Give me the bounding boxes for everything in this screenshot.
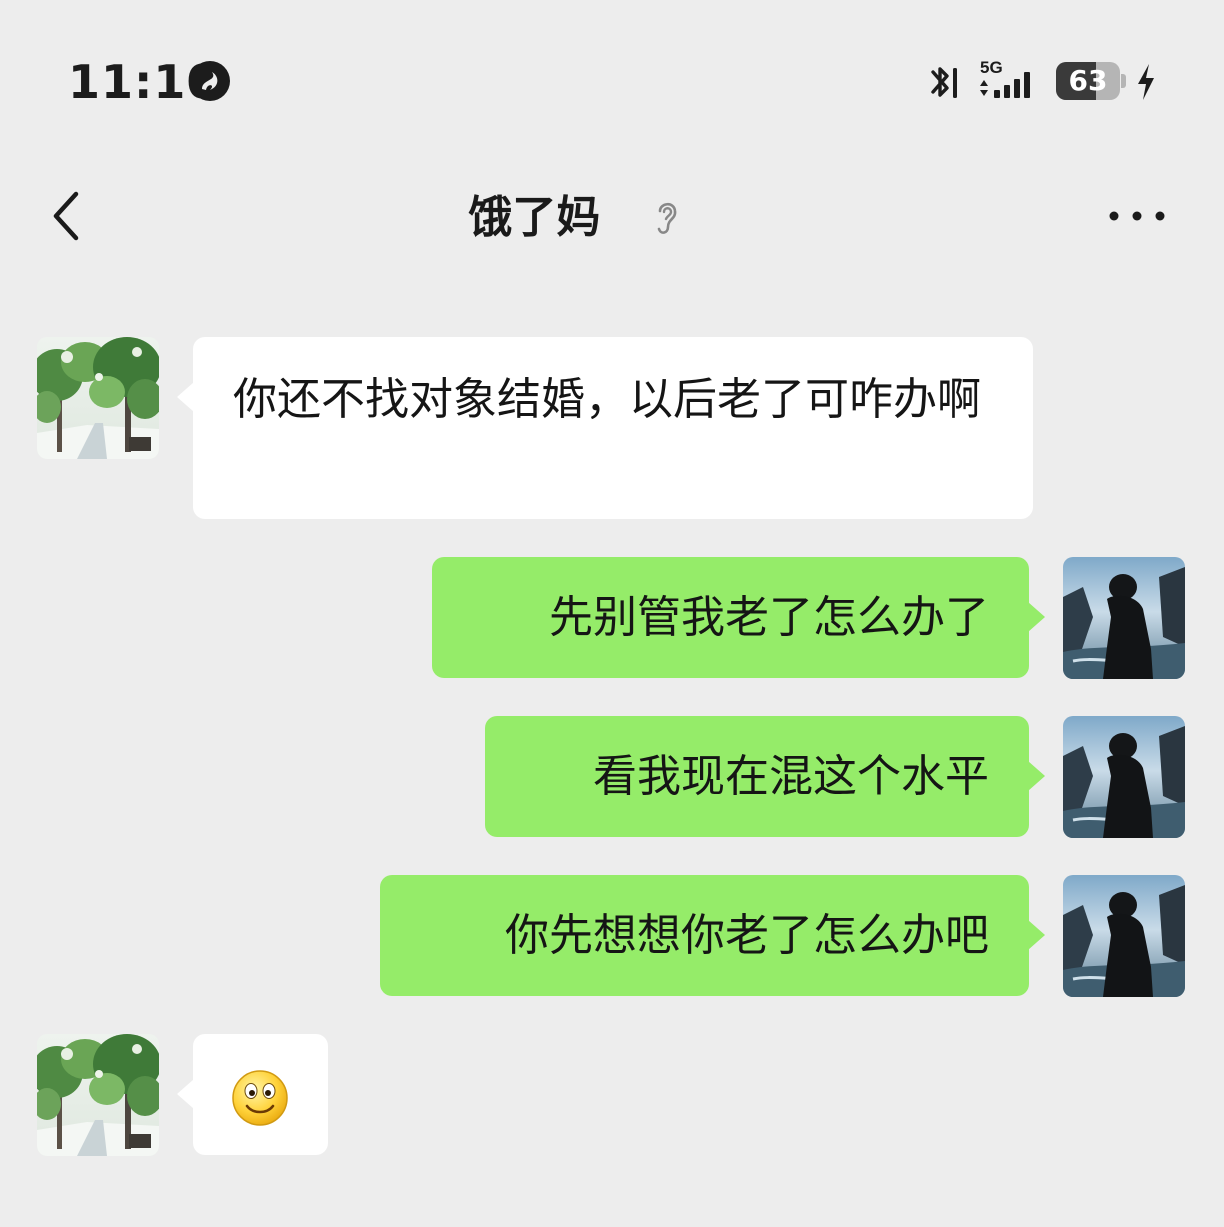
back-icon[interactable] [46,188,86,244]
message-bubble-outgoing[interactable]: 先别管我老了怎么办了 [432,557,1045,678]
battery-indicator: 63 [1056,62,1126,100]
my-avatar[interactable] [1063,716,1185,838]
more-icon[interactable] [1106,206,1168,226]
signal-icon: 5G [980,58,1030,98]
contact-avatar[interactable] [37,337,159,459]
message-bubble-outgoing[interactable]: 你先想想你老了怎么办吧 [380,875,1045,996]
battery-body: 63 [1056,62,1120,100]
bluetooth-icon [931,67,957,98]
ear-icon [657,202,676,234]
smiley-icon [232,1070,288,1126]
app-notification-icon [190,61,230,101]
message-bubble-incoming-emoji[interactable] [177,1034,328,1155]
status-bar: 11:10 5G 63 [0,0,1224,160]
chat-title-text: 饿了妈 [468,192,601,243]
charging-icon [1138,64,1154,100]
my-avatar[interactable] [1063,875,1185,997]
contact-avatar[interactable] [37,1034,159,1156]
battery-cap [1121,74,1126,88]
my-avatar[interactable] [1063,557,1185,679]
network-label: 5G [980,58,1003,77]
battery-level: 63 [1068,64,1108,97]
message-bubble-incoming[interactable]: 你还不找对象结婚，以后老了可咋办啊 [177,337,1033,519]
message-bubble-outgoing[interactable]: 看我现在混这个水平 [485,716,1045,837]
chat-title: 饿了妈 [320,186,830,246]
